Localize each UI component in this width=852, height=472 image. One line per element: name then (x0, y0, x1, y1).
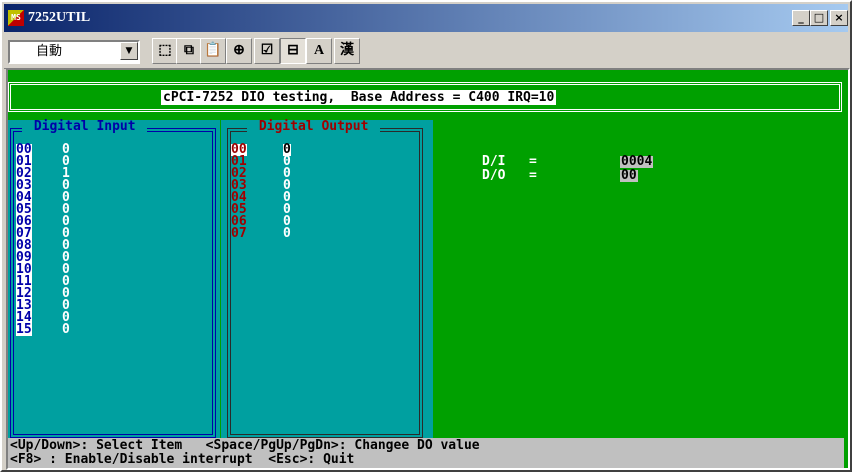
output-bit-value[interactable]: 0 (283, 227, 291, 240)
chevron-down-icon[interactable]: ▼ (120, 42, 138, 60)
font-size-value: 自動 (36, 44, 63, 59)
title-bar[interactable]: MS 7252UTIL _ □ × (4, 4, 848, 32)
minimize-button[interactable]: _ (792, 10, 810, 26)
input-bit-value: 0 (62, 322, 70, 337)
status-line-1: <Up/Down>: Select Item <Space/PgUp/PgDn>… (10, 438, 480, 453)
paste-icon[interactable]: 📋 (200, 38, 226, 64)
status-bar: <Up/Down>: Select Item <Space/PgUp/PgDn>… (8, 438, 844, 468)
page-title: cPCI-7252 DIO testing, Base Address = C4… (161, 90, 557, 105)
header-box: cPCI-7252 DIO testing, Base Address = C4… (8, 82, 842, 112)
output-frame (227, 128, 423, 438)
toolbar: 自動 ▼ ⬚ ⧉ 📋 ⊕ ☑ ⊟ A 漢 (4, 34, 848, 69)
input-frame (10, 128, 216, 438)
copy-icon[interactable]: ⧉ (176, 38, 202, 64)
fullscreen-icon[interactable]: ⊕ (226, 38, 252, 64)
window-title: 7252UTIL (28, 10, 91, 25)
input-bit-id: 15 (16, 322, 32, 337)
chinese-input-icon[interactable]: 漢 (334, 38, 360, 64)
status-line-2: <F8> : Enable/Disable interrupt <Esc>: Q… (10, 452, 355, 467)
do-label: D/O = (482, 168, 537, 183)
di-label: D/I = (482, 154, 537, 169)
font-icon[interactable]: A (306, 38, 332, 64)
mark-icon[interactable]: ⬚ (152, 38, 178, 64)
di-value: 0004 (620, 154, 654, 169)
maximize-button[interactable]: □ (810, 10, 828, 26)
digital-output-title: Digital Output (247, 120, 381, 134)
output-bit-id: 07 (231, 226, 247, 241)
digital-input-panel: Digital Input 00 0 01 0 02 1 03 0 04 0 05 0 06 0 07 0 08… (8, 120, 220, 442)
font-size-select[interactable]: 自動 ▼ (8, 40, 140, 64)
close-button[interactable]: × (830, 10, 848, 26)
console-area[interactable]: cPCI-7252 DIO testing, Base Address = C4… (6, 68, 850, 470)
background-icon[interactable]: ⊟ (280, 38, 306, 64)
app-icon[interactable]: MS (8, 10, 24, 26)
properties-icon[interactable]: ☑ (254, 38, 280, 64)
digital-output-panel: Digital Output 00 0 01 0 02 0 03 0 04 0 05 0 06 0 07 0 (221, 120, 433, 442)
digital-input-title: Digital Input (22, 120, 148, 134)
app-window: MS 7252UTIL _ □ × 自動 ▼ ⬚ ⧉ 📋 ⊕ ☑ ⊟ A 漢 cPCI-725… (0, 0, 852, 472)
do-value: 00 (620, 168, 638, 183)
